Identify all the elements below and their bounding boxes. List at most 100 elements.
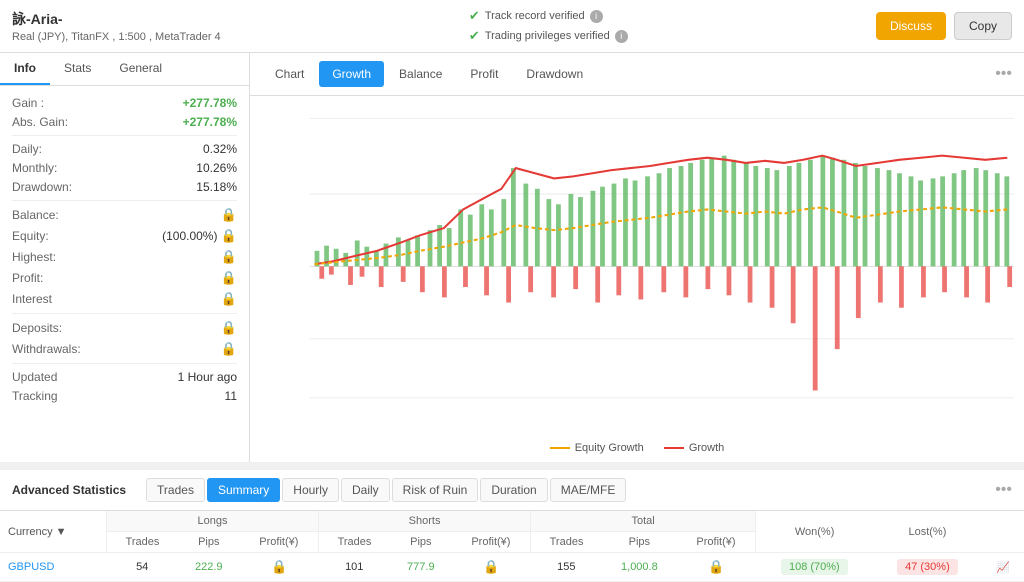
tt-header: Trades: [531, 532, 602, 553]
chart-area: 400% 200% 0% -200% -400%: [250, 96, 1024, 436]
withdrawals-label: Withdrawals:: [12, 342, 81, 356]
chart-legend: Equity Growth Growth: [250, 436, 1024, 462]
monthly-value: 10.26%: [196, 161, 237, 175]
legend-equity-growth: Equity Growth: [550, 442, 644, 454]
longs-profit-lock: 🔒: [271, 559, 287, 574]
won-header: Won(%): [756, 511, 873, 553]
balance-row: Balance: 🔒: [12, 207, 237, 223]
chart-more-icon[interactable]: •••: [995, 65, 1012, 83]
tab-info[interactable]: Info: [0, 53, 50, 85]
trading-info-icon[interactable]: i: [615, 30, 628, 43]
longs-pips-cell: 222.9: [178, 553, 240, 582]
highest-label: Highest:: [12, 250, 56, 264]
won-cell: 108 (70%): [756, 553, 873, 582]
updated-value: 1 Hour ago: [178, 370, 237, 384]
info-section: Gain : +277.78% Abs. Gain: +277.78% Dail…: [0, 86, 249, 418]
trading-verified-text: Trading privileges verified: [485, 30, 610, 42]
account-subtitle: Real (JPY), TitanFX , 1:500 , MetaTrader…: [12, 31, 221, 43]
adv-tab-trades[interactable]: Trades: [146, 478, 205, 502]
highest-row: Highest: 🔒: [12, 249, 237, 265]
top-bar: 詠-Aria- Real (JPY), TitanFX , 1:500 , Me…: [0, 0, 1024, 53]
tp-header: Pips: [602, 532, 677, 553]
left-tabs: Info Stats General: [0, 53, 249, 86]
tracking-value: 11: [225, 389, 237, 403]
drawdown-value: 15.18%: [196, 180, 237, 194]
spr-header: Profit(¥): [452, 532, 531, 553]
daily-value: 0.32%: [203, 142, 237, 156]
table-row: GBPUSD 54 222.9 🔒 101 777.9 🔒 155 1,000.…: [0, 553, 1024, 582]
adv-tab-mae-mfe[interactable]: MAE/MFE: [550, 478, 627, 502]
won-badge: 108 (70%): [781, 559, 848, 575]
total-header: Total: [531, 511, 756, 532]
discuss-button[interactable]: Discuss: [876, 12, 946, 40]
adv-tab-hourly[interactable]: Hourly: [282, 478, 339, 502]
chart-tab-balance[interactable]: Balance: [386, 61, 455, 87]
tracking-label: Tracking: [12, 389, 58, 403]
lt-header: Trades: [107, 532, 178, 553]
equity-row: Equity: (100.00%) 🔒: [12, 228, 237, 244]
adv-more-icon[interactable]: •••: [995, 481, 1012, 499]
deposits-row: Deposits: 🔒: [12, 320, 237, 336]
chart-tabs: Chart Growth Balance Profit Drawdown: [262, 61, 596, 87]
st-header: Trades: [319, 532, 390, 553]
lpr-header: Profit(¥): [240, 532, 319, 553]
account-title: 詠-Aria-: [12, 9, 221, 29]
row-chart-icon[interactable]: 📈: [996, 562, 1010, 574]
chart-tabs-row: Chart Growth Balance Profit Drawdown •••: [250, 53, 1024, 96]
balance-lock-icon: 🔒: [221, 207, 237, 223]
tab-general[interactable]: General: [105, 53, 176, 85]
lost-badge: 47 (30%): [897, 559, 958, 575]
left-panel: Info Stats General Gain : +277.78% Abs. …: [0, 53, 250, 462]
adv-tab-duration[interactable]: Duration: [480, 478, 547, 502]
adv-tab-risk-of-ruin[interactable]: Risk of Ruin: [392, 478, 479, 502]
account-info: 詠-Aria- Real (JPY), TitanFX , 1:500 , Me…: [12, 9, 221, 43]
equity-value: (100.00%) 🔒: [162, 228, 237, 244]
gain-label: Gain :: [12, 96, 44, 110]
tpr-header: Profit(¥): [677, 532, 756, 553]
equity-lock-icon: 🔒: [221, 228, 237, 243]
gain-row: Gain : +277.78%: [12, 96, 237, 110]
longs-header: Longs: [107, 511, 319, 532]
profit-label: Profit:: [12, 271, 43, 285]
withdrawals-row: Withdrawals: 🔒: [12, 341, 237, 357]
lp-header: Pips: [178, 532, 240, 553]
drawdown-label: Drawdown:: [12, 180, 72, 194]
legend-red-dot: [664, 447, 684, 449]
balance-label: Balance:: [12, 208, 59, 222]
abs-gain-value: +277.78%: [183, 115, 237, 129]
chart-tab-chart[interactable]: Chart: [262, 61, 317, 87]
adv-tab-daily[interactable]: Daily: [341, 478, 390, 502]
lost-cell: 47 (30%): [873, 553, 982, 582]
interest-label: Interest: [12, 292, 52, 306]
tracking-row: Tracking 11: [12, 389, 237, 403]
stats-table: Currency ▼ Longs Shorts Total Won(%) Los…: [0, 511, 1024, 582]
interest-row: Interest 🔒: [12, 291, 237, 307]
gain-value: +277.78%: [183, 96, 237, 110]
adv-tab-summary[interactable]: Summary: [207, 478, 280, 502]
verification-status: ✔ Track record verified i ✔ Trading priv…: [469, 8, 628, 44]
legend-growth: Growth: [664, 442, 724, 454]
advanced-stats-title: Advanced Statistics: [12, 483, 126, 497]
longs-trades-cell: 54: [107, 553, 178, 582]
chart-tab-growth[interactable]: Growth: [319, 61, 384, 87]
abs-gain-label: Abs. Gain:: [12, 115, 68, 129]
currency-sort-header[interactable]: Currency ▼: [0, 511, 107, 553]
copy-button[interactable]: Copy: [954, 12, 1012, 40]
tab-stats[interactable]: Stats: [50, 53, 105, 85]
track-verified-row: ✔ Track record verified i: [469, 8, 628, 24]
daily-label: Daily:: [12, 142, 42, 156]
advanced-stats-header: Advanced Statistics Trades Summary Hourl…: [0, 470, 1024, 511]
sp-header: Pips: [390, 532, 452, 553]
total-pips-cell: 1,000.8: [602, 553, 677, 582]
total-profit-cell: 🔒: [677, 553, 756, 582]
daily-row: Daily: 0.32%: [12, 142, 237, 156]
drawdown-row: Drawdown: 15.18%: [12, 180, 237, 194]
chart-tab-profit[interactable]: Profit: [457, 61, 511, 87]
currency-cell[interactable]: GBPUSD: [0, 553, 107, 582]
deposits-lock-icon: 🔒: [221, 320, 237, 336]
interest-lock-icon: 🔒: [221, 291, 237, 307]
bottom-panel: Advanced Statistics Trades Summary Hourl…: [0, 462, 1024, 582]
chart-tab-drawdown[interactable]: Drawdown: [513, 61, 596, 87]
track-info-icon[interactable]: i: [590, 10, 603, 23]
check-icon-track: ✔: [469, 8, 480, 24]
